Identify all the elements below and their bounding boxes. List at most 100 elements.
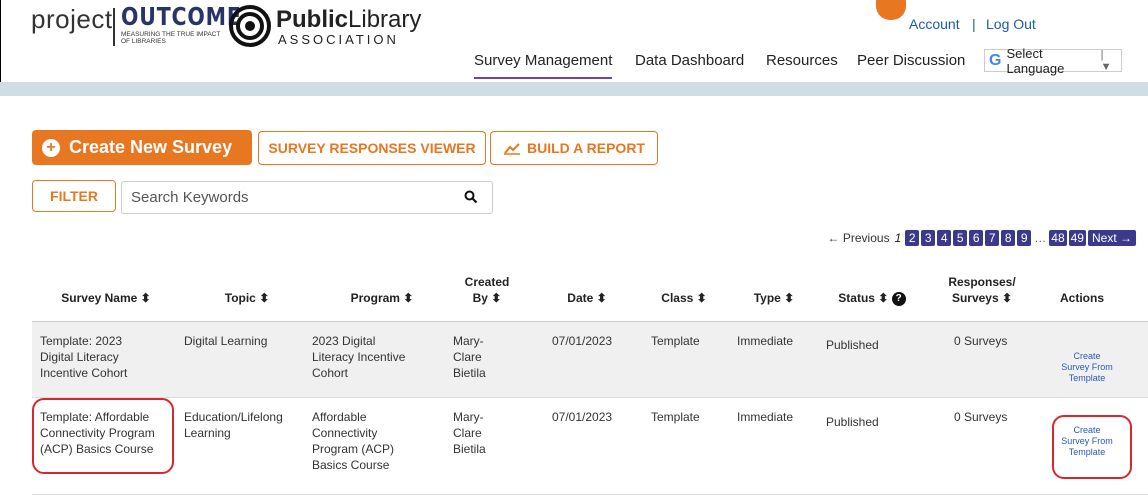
highlight-circle-survey-name — [32, 398, 174, 474]
logo-project-text[interactable]: project — [31, 4, 113, 35]
pagination-page-2[interactable]: 2 — [905, 230, 920, 246]
column-header-status-label: Status ⬍ — [838, 291, 889, 305]
survey-table: Survey Name ⬍ Topic ⬍ Program ⬍ Created … — [32, 260, 1148, 495]
column-header-created-by[interactable]: Created By ⬍ — [452, 274, 522, 306]
language-select[interactable]: G Select Language | ▼ — [984, 46, 1122, 76]
create-new-survey-label: Create New Survey — [69, 137, 233, 157]
nav-survey-management[interactable]: Survey Management — [474, 52, 613, 79]
search-box — [121, 181, 493, 214]
column-header-actions: Actions — [1059, 291, 1104, 305]
cell-created-by-line: Clare — [453, 426, 482, 440]
nav-data-dashboard[interactable]: Data Dashboard — [635, 52, 744, 69]
highlight-circle-action — [1052, 415, 1132, 479]
pagination-page-7[interactable]: 7 — [985, 230, 1000, 246]
cell-status: Published — [826, 338, 879, 352]
column-header-responses[interactable]: Responses/ Surveys ⬍ — [942, 274, 1022, 306]
cell-responses: 0 Surveys — [954, 410, 1008, 424]
cell-type: Immediate — [737, 410, 794, 424]
search-input[interactable] — [131, 189, 451, 206]
survey-responses-viewer-button[interactable]: SURVEY RESPONSES VIEWER — [258, 131, 486, 165]
help-icon[interactable]: ? — [891, 291, 906, 306]
create-survey-from-template-link[interactable]: Create Survey From Template — [1057, 351, 1117, 384]
cell-created-by-line: Bietila — [453, 366, 486, 380]
filter-label: FILTER — [50, 188, 98, 204]
cell-date: 07/01/2023 — [552, 410, 613, 424]
pla-logo-text[interactable]: PublicLibrary — [276, 6, 421, 34]
pagination-page-8[interactable]: 8 — [1001, 230, 1016, 246]
logo-tagline: MEASURING THE TRUE IMPACT OF LIBRARIES — [121, 31, 221, 45]
cell-program: 2023 Digital Literacy Incentive Cohort — [312, 333, 442, 381]
pagination-current-page: 1 — [894, 231, 902, 245]
cell-class: Template — [651, 410, 700, 424]
pagination-page-5[interactable]: 5 — [953, 230, 968, 246]
pagination-page-49[interactable]: 49 — [1068, 230, 1086, 246]
pla-public-word: Public — [276, 6, 349, 33]
dropdown-arrow-icon: | ▼ — [1100, 48, 1112, 73]
nav-peer-discussion[interactable]: Peer Discussion — [857, 52, 965, 69]
pagination-page-9[interactable]: 9 — [1017, 230, 1032, 246]
cell-responses: 0 Surveys — [954, 334, 1008, 348]
pla-library-word: Library — [348, 6, 422, 33]
search-icon[interactable] — [464, 190, 478, 204]
cell-topic: Digital Learning — [184, 333, 314, 349]
cell-created-by-line: Bietila — [453, 442, 486, 456]
nav-resources[interactable]: Resources — [766, 52, 838, 69]
pla-association-text: ASSOCIATION — [278, 32, 399, 47]
cell-class: Template — [651, 334, 700, 348]
cell-survey-name-line: Digital Literacy — [40, 350, 119, 364]
cell-created-by-line: Mary- — [453, 410, 484, 424]
cell-program-line: 2023 Digital — [312, 334, 376, 348]
google-icon: G — [989, 51, 1002, 69]
column-header-program[interactable]: Program ⬍ — [322, 290, 442, 306]
pla-logo-icon[interactable] — [229, 5, 271, 47]
user-avatar[interactable] — [876, 0, 906, 20]
logo-outcome-text[interactable]: OUTCOME — [121, 2, 242, 31]
pagination-page-6[interactable]: 6 — [969, 230, 984, 246]
build-report-label: BUILD A REPORT — [527, 140, 645, 156]
create-new-survey-button[interactable]: + Create New Survey — [32, 130, 252, 165]
cell-survey-name-line: Template: 2023 — [40, 334, 123, 348]
action-link-line: Create — [1073, 351, 1101, 361]
cell-program-line: Affordable — [312, 410, 367, 424]
cell-created-by: Mary- Clare Bietila — [453, 333, 513, 381]
cell-date: 07/01/2023 — [552, 334, 613, 348]
cell-topic-line: Learning — [184, 426, 231, 440]
column-header-responses-line2: Surveys ⬍ — [951, 291, 1013, 305]
column-header-class[interactable]: Class ⬍ — [644, 290, 724, 306]
pagination-page-3[interactable]: 3 — [921, 230, 936, 246]
cell-topic: Education/Lifelong Learning — [184, 409, 314, 441]
column-header-status[interactable]: Status ⬍ ? — [822, 290, 922, 306]
plus-icon: + — [42, 138, 60, 157]
cell-program-line: Cohort — [312, 366, 349, 380]
build-report-button[interactable]: BUILD A REPORT — [490, 131, 658, 165]
cell-status: Published — [826, 415, 879, 429]
column-header-created-line2: By ⬍ — [472, 291, 502, 305]
cell-program-line: Connectivity — [312, 426, 378, 440]
table-row: Template: Affordable Connectivity Progra… — [32, 398, 1148, 495]
column-header-responses-line1: Responses/ — [948, 275, 1016, 289]
main-content: + Create New Survey SURVEY RESPONSES VIE… — [0, 96, 1148, 497]
cell-program-line: Literacy Incentive — [312, 350, 406, 364]
account-link[interactable]: Account — [909, 16, 960, 32]
pagination-page-48[interactable]: 48 — [1049, 230, 1067, 246]
cell-created-by-line: Mary- — [453, 334, 484, 348]
cell-type: Immediate — [737, 334, 794, 348]
column-header-created-line1: Created — [464, 275, 510, 289]
logout-link[interactable]: Log Out — [986, 16, 1036, 32]
column-header-topic[interactable]: Topic ⬍ — [202, 290, 292, 306]
pagination-previous[interactable]: ← Previous — [828, 231, 890, 245]
pagination-next[interactable]: Next → — [1087, 230, 1136, 246]
cell-program: Affordable Connectivity Program (ACP) Ba… — [312, 409, 442, 473]
logo-divider — [113, 8, 115, 46]
column-header-date[interactable]: Date ⬍ — [552, 290, 622, 306]
column-header-type[interactable]: Type ⬍ — [734, 290, 814, 306]
survey-responses-viewer-label: SURVEY RESPONSES VIEWER — [268, 140, 476, 156]
column-header-survey-name[interactable]: Survey Name ⬍ — [32, 290, 180, 306]
cell-survey-name-line: Incentive Cohort — [40, 366, 128, 380]
header-separator: | — [972, 16, 976, 32]
language-select-label: Select Language — [1006, 45, 1065, 76]
table-header: Survey Name ⬍ Topic ⬍ Program ⬍ Created … — [32, 260, 1148, 322]
cell-topic-line: Digital Learning — [184, 334, 268, 348]
pagination-page-4[interactable]: 4 — [937, 230, 952, 246]
filter-button[interactable]: FILTER — [32, 180, 116, 212]
